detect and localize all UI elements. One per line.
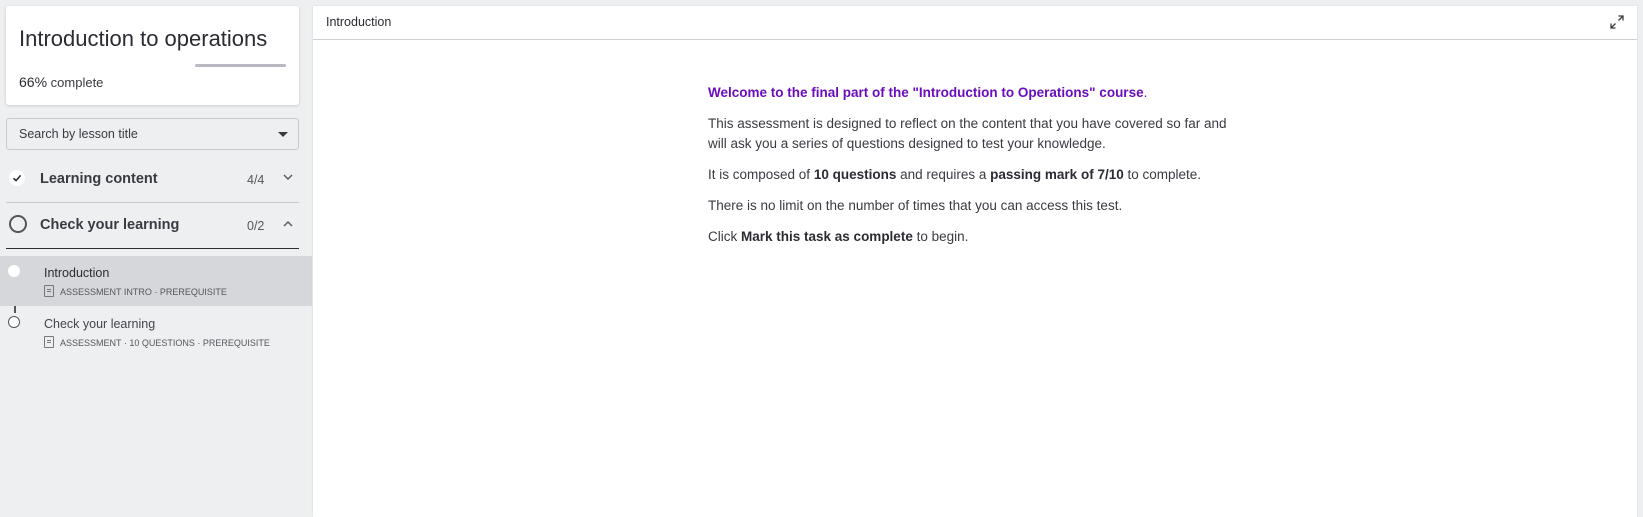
text-span: and requires a bbox=[896, 167, 991, 182]
section-count: 0/2 bbox=[247, 219, 265, 233]
lesson-item-check-your-learning[interactable]: Check your learning ASSESSMENT · 10 QUES… bbox=[0, 307, 312, 357]
description-paragraph: This assessment is designed to reflect o… bbox=[708, 116, 1227, 151]
attempts-paragraph: There is no limit on the number of times… bbox=[708, 198, 1123, 213]
mark-complete-reference: Mark this task as complete bbox=[741, 229, 913, 244]
lesson-meta-text: ASSESSMENT INTRO · PREREQUISITE bbox=[60, 287, 227, 297]
composition-paragraph: It is composed of 10 questions and requi… bbox=[708, 165, 1228, 185]
lesson-search-label: Search by lesson title bbox=[19, 127, 138, 141]
lesson-search-select[interactable]: Search by lesson title bbox=[6, 118, 299, 150]
content-header: Introduction bbox=[313, 6, 1637, 40]
section-title: Learning content bbox=[40, 171, 158, 187]
question-count: 10 questions bbox=[813, 167, 897, 182]
passing-mark: passing mark of 7/10 bbox=[990, 167, 1124, 182]
text-span: to begin. bbox=[912, 229, 969, 244]
lesson-meta: ASSESSMENT · 10 QUESTIONS · PREREQUISITE bbox=[44, 336, 270, 348]
instruction-paragraph: Click Mark this task as complete to begi… bbox=[708, 227, 1228, 247]
lesson-title: Introduction bbox=[44, 266, 110, 280]
circle-status-icon bbox=[9, 215, 27, 233]
progress-text: 66% complete bbox=[19, 74, 103, 90]
lesson-status-node bbox=[8, 265, 20, 277]
welcome-period: . bbox=[1143, 85, 1148, 100]
expand-icon[interactable] bbox=[1609, 14, 1625, 30]
progress-suffix: complete bbox=[50, 75, 104, 90]
course-progress-card: Introduction to operations 66% complete bbox=[6, 6, 299, 105]
lesson-title: Check your learning bbox=[44, 317, 156, 331]
caret-down-icon bbox=[278, 132, 288, 137]
section-learning-content[interactable]: Learning content 4/4 bbox=[6, 157, 299, 203]
course-title: Introduction to operations bbox=[19, 26, 268, 51]
check-icon bbox=[9, 170, 25, 186]
lesson-item-introduction[interactable]: Introduction ASSESSMENT INTRO · PREREQUI… bbox=[0, 256, 312, 306]
progress-bar-fill bbox=[195, 64, 286, 67]
sidebar: Introduction to operations 66% complete … bbox=[0, 0, 312, 517]
content-header-title: Introduction bbox=[326, 15, 392, 29]
chevron-up-icon[interactable] bbox=[283, 218, 293, 230]
lesson-meta-text: ASSESSMENT · 10 QUESTIONS · PREREQUISITE bbox=[60, 338, 270, 348]
lesson-content-panel: Introduction Welcome to the final part o… bbox=[313, 6, 1637, 517]
text-span: Click bbox=[708, 229, 741, 244]
lesson-meta: ASSESSMENT INTRO · PREREQUISITE bbox=[44, 285, 227, 297]
lesson-status-node bbox=[8, 316, 20, 328]
lesson-body: Welcome to the final part of the "Introd… bbox=[708, 83, 1228, 258]
section-count: 4/4 bbox=[247, 173, 265, 187]
document-icon bbox=[44, 285, 54, 297]
section-check-your-learning[interactable]: Check your learning 0/2 bbox=[6, 203, 299, 249]
chevron-down-icon[interactable] bbox=[283, 172, 293, 184]
document-icon bbox=[44, 336, 54, 348]
text-span: to complete. bbox=[1123, 167, 1202, 182]
section-title: Check your learning bbox=[40, 217, 180, 233]
welcome-text: Welcome to the final part of the "Introd… bbox=[708, 85, 1144, 100]
welcome-paragraph: Welcome to the final part of the "Introd… bbox=[708, 83, 1228, 103]
progress-percent: 66% bbox=[19, 74, 48, 90]
progress-bar bbox=[195, 64, 286, 67]
text-span: It is composed of bbox=[708, 167, 814, 182]
